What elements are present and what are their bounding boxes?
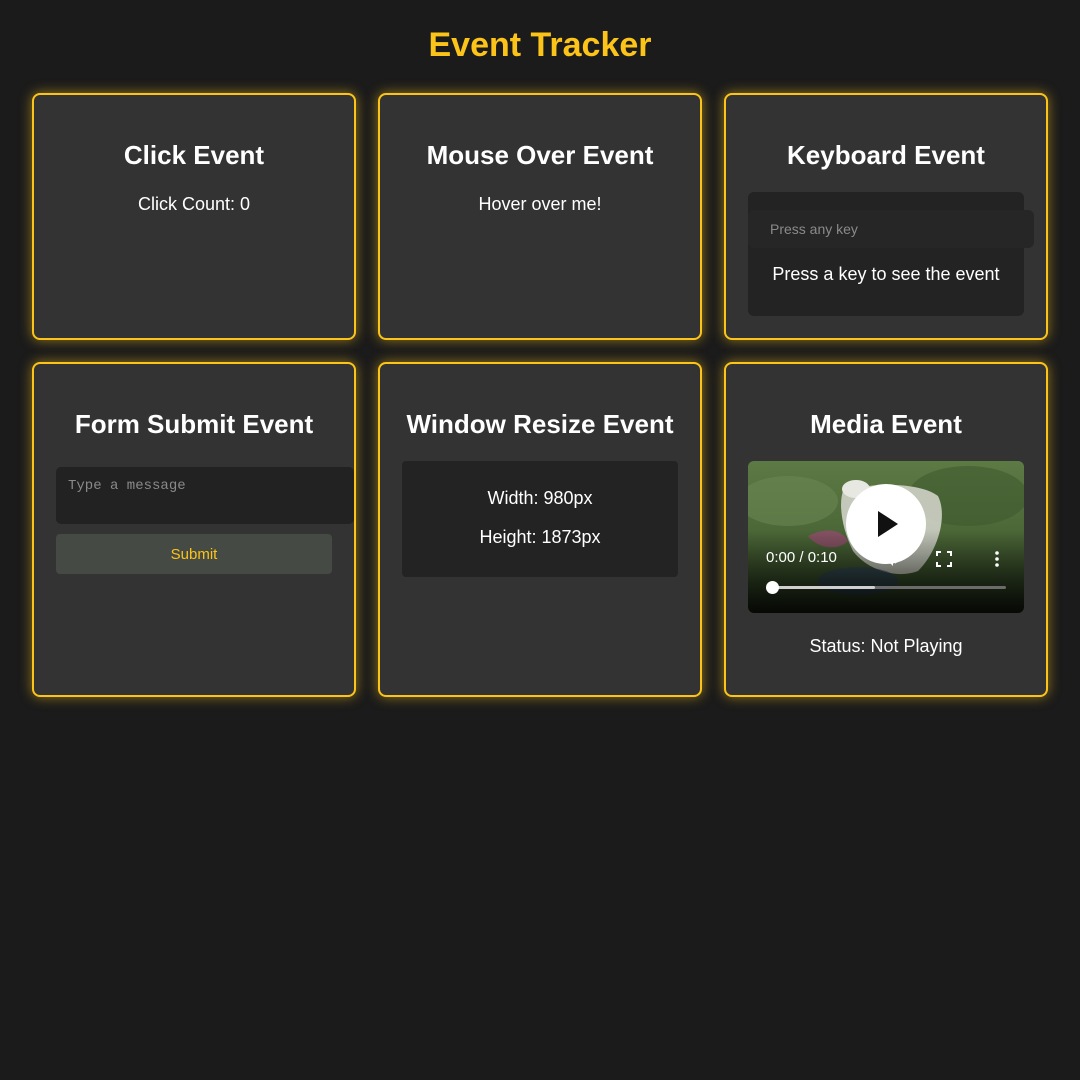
page-title: Event Tracker [428,26,652,64]
fullscreen-icon[interactable] [934,549,954,569]
more-options-icon[interactable] [987,549,1007,569]
media-status: Status: Not Playing [809,636,963,656]
media-event-title: Media Event [810,409,962,439]
message-input[interactable] [56,467,354,524]
keyboard-event-title: Keyboard Event [787,140,985,170]
window-resize-event-card: Window Resize Event Width: 980px Height:… [378,362,702,697]
key-input[interactable] [748,210,1034,248]
submit-button[interactable]: Submit [56,534,332,574]
mouse-over-event-title: Mouse Over Event [426,140,654,170]
keyboard-panel: Press a key to see the event [748,192,1034,316]
click-event-card[interactable]: Click Event Click Count: 0 [32,93,356,340]
video-progress-bar[interactable] [766,581,1006,594]
volume-icon[interactable] [882,549,902,569]
form-submit-event-title: Form Submit Event [74,409,314,439]
video-buffered-bar [772,586,875,589]
hover-target-text[interactable]: Hover over me! [380,194,700,215]
key-output: Press a key to see the event [772,264,1000,284]
keyboard-event-card: Keyboard Event Press a key to see the ev… [724,93,1048,340]
video-scrubber-handle[interactable] [766,581,779,594]
video-player[interactable]: 0:00 / 0:10 [748,461,1024,613]
mouse-over-event-card[interactable]: Mouse Over Event Hover over me! [378,93,702,340]
click-event-title: Click Event [123,140,265,170]
form-submit-event-card: Form Submit Event Submit [32,362,356,697]
video-time: 0:00 / 0:10 [766,549,837,566]
window-height: Height: 1873px [479,527,601,547]
window-width: Width: 980px [487,488,593,508]
resize-panel: Width: 980px Height: 1873px [402,461,678,577]
click-count: Click Count: 0 [137,194,251,214]
window-resize-event-title: Window Resize Event [406,409,674,439]
media-event-card: Media Event 0:00 / 0:10 Status: Not Play… [724,362,1048,697]
